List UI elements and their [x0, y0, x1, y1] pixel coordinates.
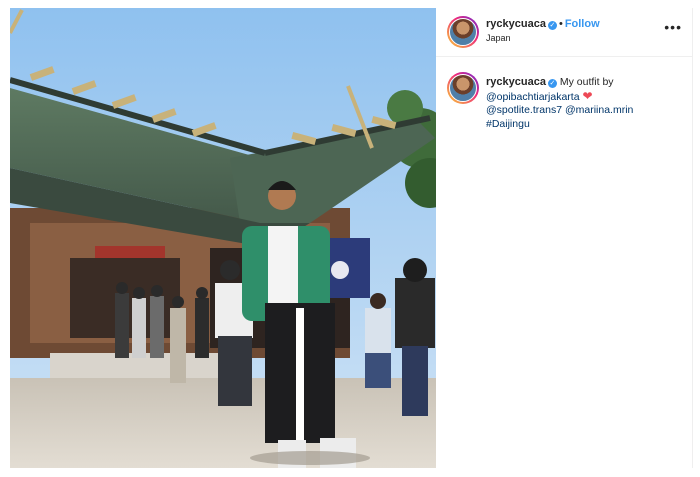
header-username[interactable]: ryckycuaca [486, 18, 546, 30]
more-options-icon[interactable]: ••• [664, 20, 682, 34]
avatar-image [449, 18, 477, 46]
caption-text: ryckycuaca ✓ My outfit by @opibachtiarjak… [486, 76, 686, 131]
hashtag-daijingu[interactable]: #Daijingu [486, 118, 530, 130]
avatar[interactable] [447, 16, 479, 48]
location-link[interactable]: Japan [486, 33, 511, 43]
caption-username[interactable]: ryckycuaca [486, 76, 546, 88]
mention-spotlite-trans7[interactable]: @spotlite.trans7 [486, 104, 562, 116]
post-side-panel: ryckycuaca ✓ • Follow Japan ••• ryckycuaca ✓… [436, 8, 692, 468]
follow-button[interactable]: Follow [565, 18, 600, 30]
mention-mariina-mrin[interactable]: @mariina.mrin [565, 104, 633, 116]
caption-avatar[interactable] [447, 72, 479, 104]
post-photo[interactable] [10, 8, 436, 468]
shrine-photo-illustration [10, 8, 436, 468]
avatar-image [449, 74, 477, 102]
header-user-line: ryckycuaca ✓ • Follow [486, 18, 600, 30]
instagram-post: ryckycuaca ✓ • Follow Japan ••• ryckycuaca ✓… [10, 8, 693, 468]
heart-emoji-icon: ❤ [582, 88, 593, 103]
separator-dot: • [558, 18, 563, 30]
caption-body: My outfit by [559, 76, 614, 88]
verified-badge-icon: ✓ [547, 79, 557, 88]
mention-opibachtiarjakarta[interactable]: @opibachtiarjakarta [486, 91, 580, 103]
post-header: ryckycuaca ✓ • Follow Japan ••• [436, 8, 692, 57]
verified-badge-icon: ✓ [547, 21, 557, 30]
